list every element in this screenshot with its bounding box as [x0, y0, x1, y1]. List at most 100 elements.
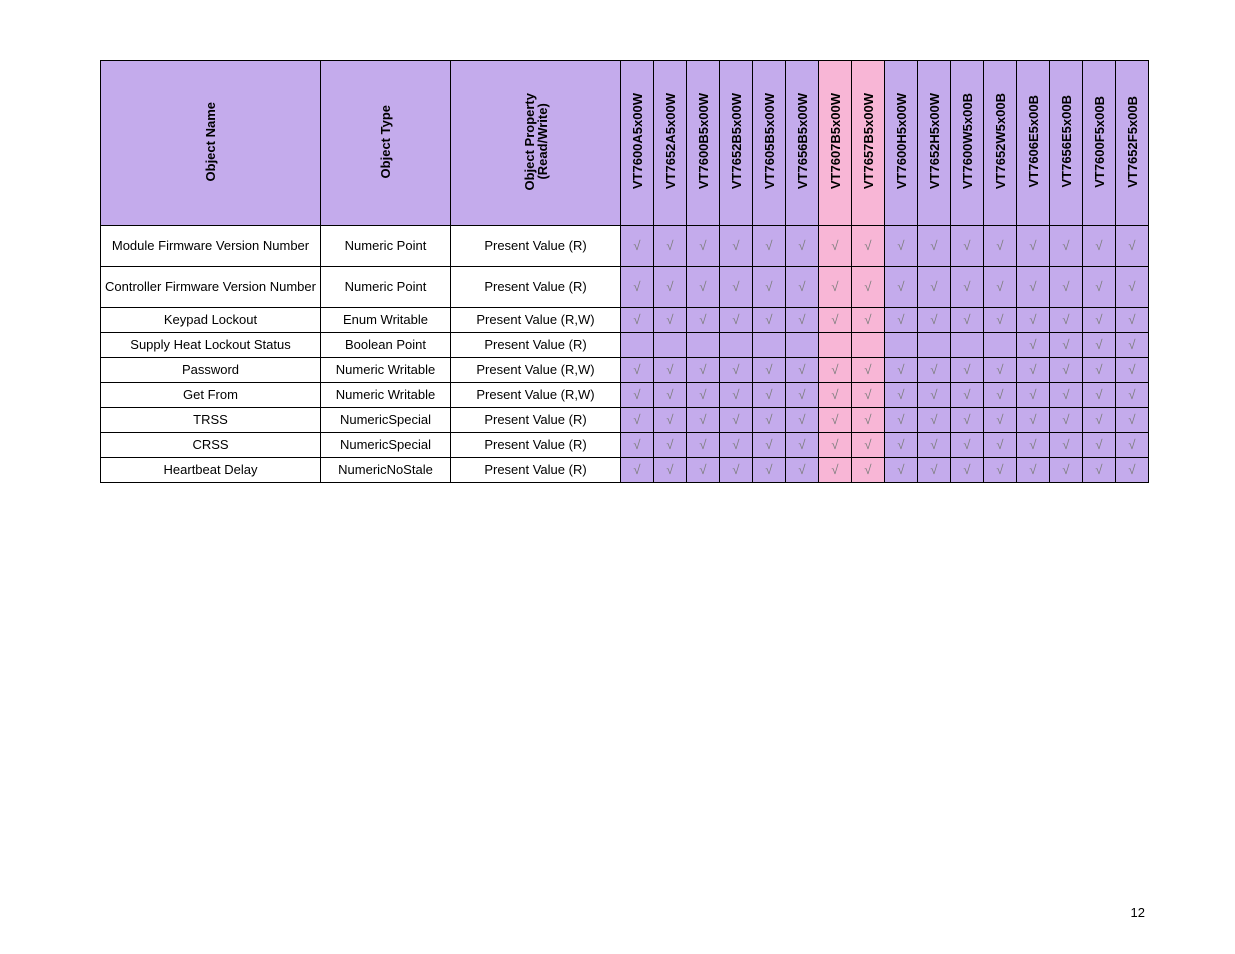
header-model-label: VT7600H5x00W	[895, 93, 908, 189]
check-cell: √	[786, 267, 819, 308]
check-cell: √	[1017, 433, 1050, 458]
check-cell: √	[786, 226, 819, 267]
check-icon: √	[963, 412, 970, 427]
check-cell: √	[984, 358, 1017, 383]
header-model: VT7600F5x00B	[1083, 61, 1116, 226]
check-cell: √	[654, 358, 687, 383]
check-icon: √	[996, 362, 1003, 377]
check-icon: √	[633, 279, 640, 294]
cell-prop: Present Value (R)	[451, 267, 621, 308]
check-cell: √	[819, 383, 852, 408]
header-model-label: VT7600W5x00B	[961, 93, 974, 189]
check-cell: √	[1116, 408, 1149, 433]
table-row: Module Firmware Version NumberNumeric Po…	[101, 226, 1149, 267]
check-icon: √	[1128, 437, 1135, 452]
header-model-label: VT7652W5x00B	[994, 93, 1007, 189]
table-body: Module Firmware Version NumberNumeric Po…	[101, 226, 1149, 483]
check-icon: √	[765, 279, 772, 294]
check-icon: √	[633, 387, 640, 402]
check-cell	[819, 333, 852, 358]
check-icon: √	[1128, 412, 1135, 427]
check-cell: √	[885, 308, 918, 333]
cell-type: NumericNoStale	[321, 458, 451, 483]
check-icon: √	[831, 462, 838, 477]
check-icon: √	[864, 279, 871, 294]
check-cell: √	[819, 458, 852, 483]
check-cell: √	[1050, 333, 1083, 358]
check-cell: √	[1017, 226, 1050, 267]
check-icon: √	[963, 279, 970, 294]
check-cell: √	[1083, 433, 1116, 458]
header-model-label: VT7656E5x00B	[1060, 95, 1073, 188]
check-icon: √	[798, 437, 805, 452]
cell-prop: Present Value (R)	[451, 226, 621, 267]
check-cell: √	[984, 226, 1017, 267]
check-cell: √	[621, 226, 654, 267]
check-cell: √	[885, 458, 918, 483]
header-model-label: VT7606E5x00B	[1027, 95, 1040, 188]
check-cell: √	[852, 433, 885, 458]
check-icon: √	[963, 238, 970, 253]
check-cell	[786, 333, 819, 358]
check-icon: √	[699, 412, 706, 427]
header-object-name: Object Name	[101, 61, 321, 226]
check-icon: √	[996, 312, 1003, 327]
page-number: 12	[1131, 905, 1145, 920]
check-icon: √	[1128, 279, 1135, 294]
check-icon: √	[666, 312, 673, 327]
check-icon: √	[864, 362, 871, 377]
check-icon: √	[1128, 337, 1135, 352]
check-icon: √	[1095, 412, 1102, 427]
check-cell: √	[885, 358, 918, 383]
check-cell: √	[621, 458, 654, 483]
check-cell: √	[1116, 226, 1149, 267]
check-icon: √	[699, 238, 706, 253]
check-icon: √	[1095, 437, 1102, 452]
header-model-label: VT7605B5x00W	[763, 93, 776, 189]
check-icon: √	[765, 437, 772, 452]
check-icon: √	[666, 437, 673, 452]
check-icon: √	[1095, 362, 1102, 377]
check-cell: √	[753, 383, 786, 408]
check-cell: √	[951, 383, 984, 408]
check-cell: √	[852, 226, 885, 267]
check-cell: √	[885, 408, 918, 433]
check-cell: √	[1116, 333, 1149, 358]
check-cell: √	[852, 458, 885, 483]
check-cell: √	[984, 383, 1017, 408]
table-head: Object Name Object Type Object Property …	[101, 61, 1149, 226]
check-icon: √	[831, 362, 838, 377]
header-model-label: VT7600F5x00B	[1093, 96, 1106, 188]
check-cell	[753, 333, 786, 358]
cell-prop: Present Value (R,W)	[451, 358, 621, 383]
check-cell: √	[918, 408, 951, 433]
table-row: TRSSNumericSpecialPresent Value (R)√√√√√…	[101, 408, 1149, 433]
check-cell: √	[720, 267, 753, 308]
check-cell: √	[1017, 458, 1050, 483]
header-model-label: VT7607B5x00W	[829, 93, 842, 189]
check-cell	[984, 333, 1017, 358]
check-cell: √	[951, 458, 984, 483]
check-icon: √	[798, 312, 805, 327]
cell-type: Numeric Point	[321, 267, 451, 308]
check-cell: √	[786, 458, 819, 483]
check-icon: √	[864, 387, 871, 402]
check-icon: √	[1095, 462, 1102, 477]
check-icon: √	[864, 437, 871, 452]
check-cell: √	[687, 433, 720, 458]
header-model: VT7652B5x00W	[720, 61, 753, 226]
check-cell: √	[621, 358, 654, 383]
check-cell: √	[1116, 358, 1149, 383]
table-row: Controller Firmware Version NumberNumeri…	[101, 267, 1149, 308]
check-cell: √	[951, 308, 984, 333]
check-cell: √	[951, 358, 984, 383]
header-model: VT7652A5x00W	[654, 61, 687, 226]
check-cell: √	[918, 358, 951, 383]
header-object-type-label: Object Type	[379, 105, 392, 178]
check-cell	[720, 333, 753, 358]
check-icon: √	[1029, 312, 1036, 327]
check-cell: √	[621, 433, 654, 458]
check-icon: √	[1062, 362, 1069, 377]
check-cell: √	[1083, 226, 1116, 267]
check-icon: √	[930, 279, 937, 294]
